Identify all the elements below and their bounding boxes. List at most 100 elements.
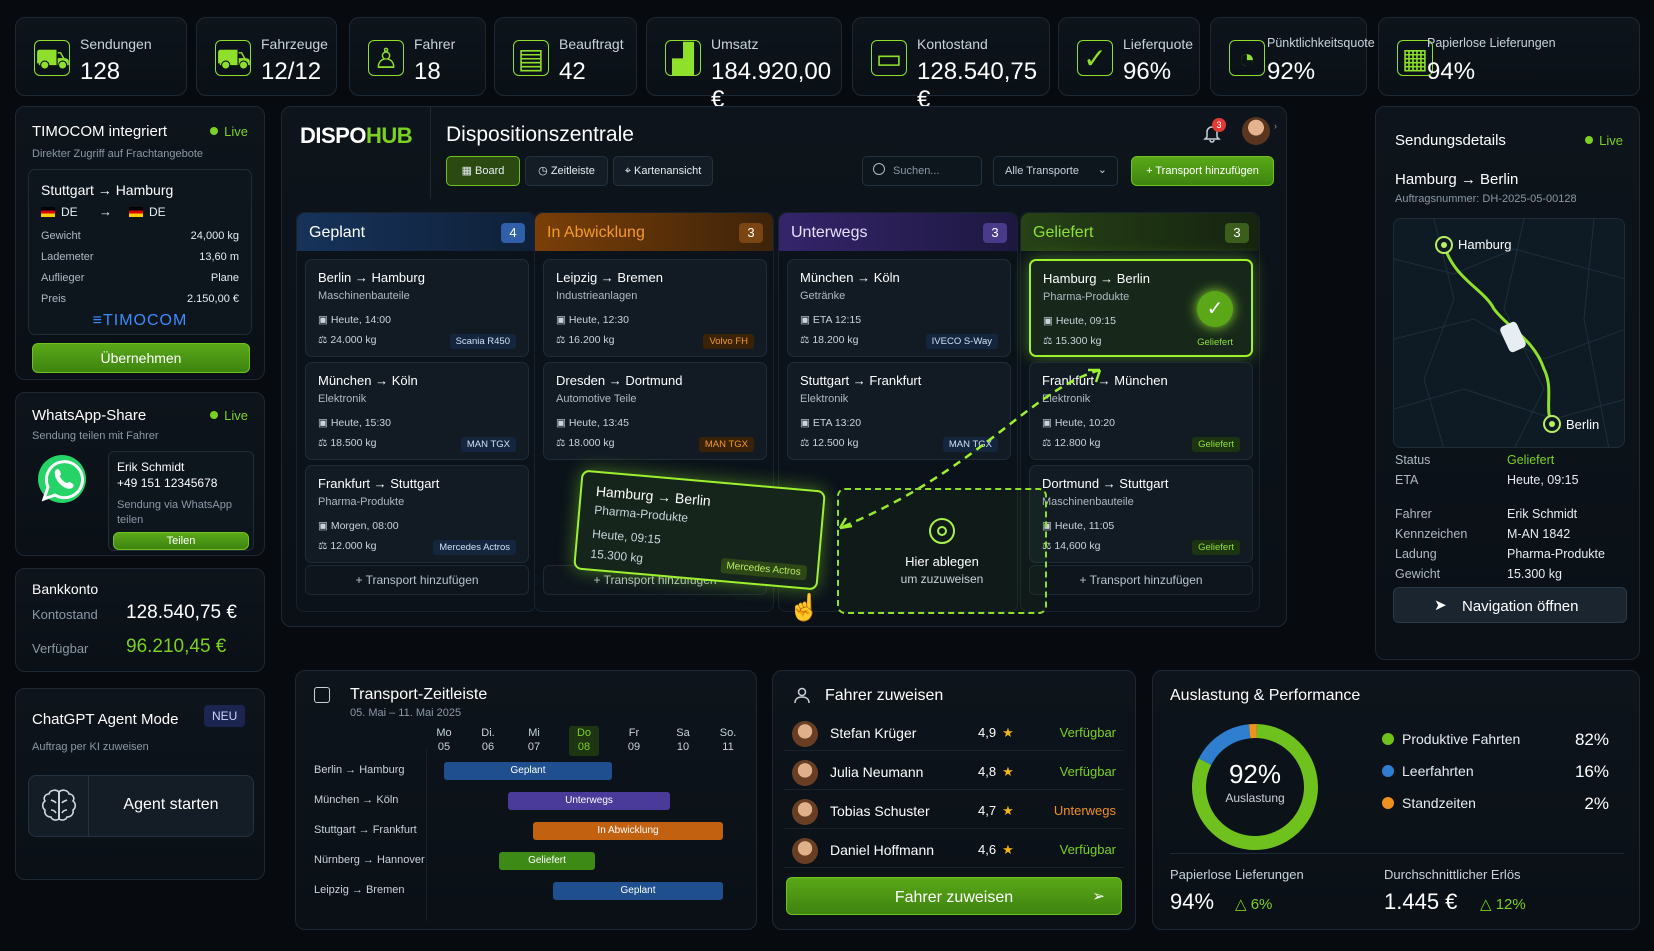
day-number: 06 <box>481 741 495 753</box>
accept-button[interactable]: Übernehmen <box>32 343 250 373</box>
column-title: Geplant <box>309 224 366 241</box>
timeline-day[interactable]: Mi 07 <box>519 726 549 756</box>
calendar-icon: ▣ <box>318 314 331 326</box>
driver-row[interactable]: Stefan Krüger 4,9 ★ Verfügbar <box>784 715 1124 751</box>
logo-part-a: DISPO <box>300 123 366 148</box>
card-time: ▣ Heute, 13:45 <box>556 417 629 429</box>
dragged-card[interactable]: Hamburg → Berlin Pharma-Produkte Heute, … <box>573 469 826 591</box>
transport-card[interactable]: Berlin → Hamburg Maschinenbauteile ▣ Heute… <box>305 259 529 357</box>
route-map[interactable]: Hamburg Berlin <box>1393 218 1625 448</box>
calendar-icon: ▣ <box>1043 315 1056 327</box>
transport-card[interactable]: Dresden → Dortmund Automotive Teile ▣ Heut… <box>543 362 767 460</box>
kpi-fahrer[interactable]: ♙ Fahrer 18 <box>349 17 486 96</box>
card-tag: MAN TGX <box>698 437 754 452</box>
balance-value: 128.540,75 € <box>126 602 237 623</box>
timeline-day[interactable]: Di. 06 <box>473 726 503 756</box>
kpi-value: 94% <box>1427 58 1476 85</box>
kpi-kontostand[interactable]: ▭ Kontostand 128.540,75 € <box>852 17 1050 113</box>
drag-tag: Mercedes Actros <box>719 557 808 581</box>
calendar-icon: ▣ <box>556 417 569 429</box>
detail-label: Fahrer <box>1395 507 1432 521</box>
detail-value: Erik Schmidt <box>1507 507 1578 521</box>
filter-select[interactable]: Alle Transporte ⌄ <box>993 156 1118 186</box>
drop-zone[interactable]: Hier ablegen um zuzuweisen <box>837 488 1047 614</box>
timeline-day[interactable]: Mo 05 <box>429 726 459 756</box>
day-name: Mo <box>436 727 452 739</box>
available-label: Verfügbar <box>32 641 89 656</box>
driver-row[interactable]: Julia Neumann 4,8 ★ Verfügbar <box>784 754 1124 790</box>
transport-card[interactable]: München → Köln Getränke ▣ ETA 12:15 ⚖ 18.20… <box>787 259 1011 357</box>
legend-dot <box>1382 765 1394 777</box>
contact-phone: +49 151 12345678 <box>117 476 218 490</box>
bell-icon[interactable]: 3 <box>1202 118 1226 145</box>
transport-card[interactable]: Hamburg → Berlin Pharma-Produkte ▣ Heute, … <box>1029 259 1253 357</box>
transport-card[interactable]: Leipzig → Bremen Industrieanlagen ▣ Heute,… <box>543 259 767 357</box>
timeline-day[interactable]: Fr 09 <box>619 726 649 756</box>
timeline-day[interactable]: So. 11 <box>713 726 743 756</box>
rating-value: 4,9 <box>978 725 997 740</box>
kpi-value: 128 <box>80 58 121 85</box>
star-icon: ★ <box>1002 764 1014 779</box>
share-button[interactable]: Teilen <box>113 532 249 550</box>
kpi-umsatz[interactable]: ▟ Umsatz 184.920,00 € <box>646 17 842 113</box>
weight-icon: ⚖ <box>318 437 331 449</box>
timeline-day[interactable]: Sa 10 <box>668 726 698 756</box>
kpi-pünktlichkeitsquote[interactable]: ◔ Pünktlichkeitsquote 92% <box>1210 17 1375 96</box>
whatsapp-title: WhatsApp-Share <box>32 407 147 424</box>
details-route: Hamburg → Berlin <box>1395 171 1519 188</box>
driver-avatar <box>792 721 818 747</box>
divider <box>1170 853 1624 854</box>
navigation-button[interactable]: ➤ Navigation öffnen <box>1393 587 1627 623</box>
brain-icon <box>29 776 89 836</box>
column-geplant: Geplant 4 Berlin → Hamburg Maschinenbauteil… <box>296 212 536 612</box>
logo-part-b: HUB <box>365 123 413 148</box>
timeline-bar[interactable]: Unterwegs <box>508 792 670 810</box>
weight-icon: ⚖ <box>556 437 569 449</box>
driver-rating: 4,7 ★ <box>978 803 1014 819</box>
search-input[interactable]: Suchen... <box>862 156 982 186</box>
kpi-papierloselieferungen[interactable]: ▦ Papierlose Lieferungen 94% <box>1378 17 1640 96</box>
add-transport-row[interactable]: + Transport hinzufügen <box>305 565 529 595</box>
agent-start-button[interactable]: Agent starten <box>28 775 254 837</box>
chevron-down-icon[interactable]: › <box>1274 121 1277 131</box>
add-transport-label: Transport hinzufügen <box>1155 165 1259 177</box>
rating-value: 4,8 <box>978 764 997 779</box>
add-transport-button[interactable]: + Transport hinzufügen <box>1131 156 1274 186</box>
tab-zeitleiste[interactable]: ◷ Zeitleiste <box>525 156 608 186</box>
offer-box[interactable]: Stuttgart → Hamburg DE → DE ≡TIMOCOM Gew… <box>28 169 252 335</box>
assign-driver-button[interactable]: Fahrer zuweisen ➢ <box>786 877 1122 915</box>
kpi-sendungen[interactable]: ⛟ Sendungen 128 <box>15 17 187 96</box>
avatar[interactable] <box>1242 117 1270 145</box>
card-weight: ⚖ 12.000 kg <box>318 540 376 552</box>
card-time: ▣ Morgen, 08:00 <box>318 520 399 532</box>
transport-card[interactable]: Frankfurt → Stuttgart Pharma-Produkte ▣ Mo… <box>305 465 529 563</box>
order-number: Auftragsnummer: DH-2025-05-00128 <box>1395 193 1577 205</box>
tab-kartenansicht[interactable]: ⌖ Kartenansicht <box>613 156 713 186</box>
kpi-beauftragt[interactable]: ▤ Beauftragt 42 <box>494 17 637 96</box>
tab-label: Zeitleiste <box>550 165 595 177</box>
card-weight-text: 16.200 kg <box>568 334 615 346</box>
transport-card[interactable]: München → Köln Elektronik ▣ Heute, 15:30 ⚖ … <box>305 362 529 460</box>
add-transport-row[interactable]: + Transport hinzufügen <box>1029 565 1253 595</box>
kpi-lieferquote[interactable]: ✓ Lieferquote 96% <box>1058 17 1200 96</box>
detail-label: Ladung <box>1395 547 1437 561</box>
driver-row[interactable]: Daniel Hoffmann 4,6 ★ Verfügbar <box>784 832 1124 868</box>
driver-row[interactable]: Tobias Schuster 4,7 ★ Unterwegs <box>784 793 1124 829</box>
card-time-text: Morgen, 08:00 <box>330 520 399 532</box>
card-weight: ⚖ 18.000 kg <box>556 437 614 449</box>
timeline-day[interactable]: Do 08 <box>569 726 599 756</box>
star-icon: ★ <box>1002 803 1014 818</box>
gauge-icon: ◔ <box>1229 40 1265 76</box>
timeline-bar[interactable]: Geplant <box>444 762 612 780</box>
kpi-fahrzeuge[interactable]: ⛟ Fahrzeuge 12/12 <box>196 17 337 96</box>
timeline-bar[interactable]: In Abwicklung <box>533 822 723 840</box>
agent-card: ChatGPT Agent Mode NEU Auftrag per KI zu… <box>15 688 265 880</box>
timeline-bar[interactable]: Geliefert <box>499 852 595 870</box>
tab-board[interactable]: ▦ Board <box>446 156 520 186</box>
whatsapp-subtitle: Sendung teilen mit Fahrer <box>32 430 159 442</box>
legend-label: Leerfahrten <box>1402 763 1474 779</box>
legend-item: Standzeiten <box>1382 795 1476 811</box>
agent-subtitle: Auftrag per KI zuweisen <box>32 741 149 753</box>
card-route: Berlin → Hamburg <box>318 270 425 285</box>
timeline-bar[interactable]: Geplant <box>553 882 723 900</box>
